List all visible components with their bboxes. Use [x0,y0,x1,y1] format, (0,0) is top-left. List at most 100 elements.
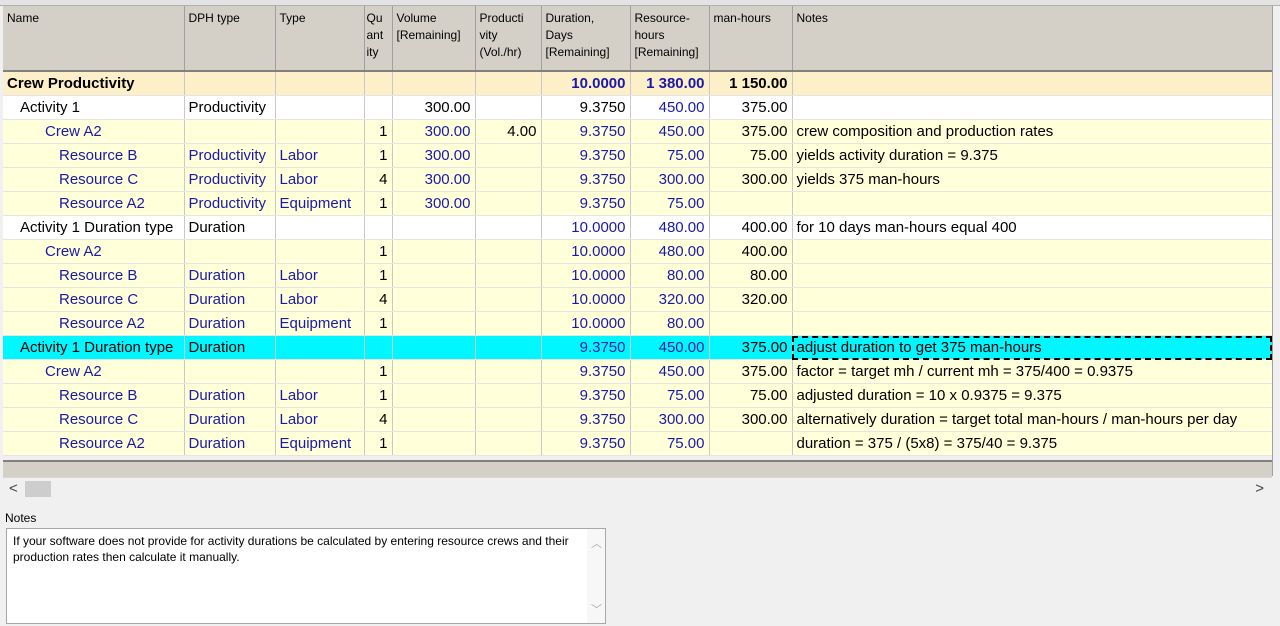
table-row-crew[interactable]: Crew A2 1 9.3750 450.00 375.00 factor = … [3,359,1273,384]
col-header-dph-type[interactable]: DPH type [184,6,276,72]
cell-quantity[interactable] [364,215,393,240]
cell-duration[interactable]: 9.3750 [541,119,631,144]
cell-duration[interactable]: 10.0000 [541,239,631,264]
cell-duration[interactable]: 10.0000 [541,311,631,336]
cell-quantity[interactable]: 4 [364,287,393,312]
cell-volume[interactable] [392,311,476,336]
table-row-resource[interactable]: Resource C Productivity Labor 4 300.00 9… [3,167,1273,192]
cell-name[interactable]: Resource A2 [3,311,185,336]
cell-type[interactable] [275,359,365,384]
cell-notes[interactable] [792,191,1273,216]
cell-name[interactable]: Activity 1 Duration type [3,335,185,360]
table-row-resource[interactable]: Resource A2 Productivity Equipment 1 300… [3,191,1273,216]
cell-name[interactable]: Crew A2 [3,119,185,144]
cell-volume[interactable] [392,431,476,456]
cell-duration[interactable]: 9.3750 [541,95,631,120]
cell-productivity[interactable]: 4.00 [475,119,542,144]
cell-quantity[interactable]: 1 [364,143,393,168]
cell-dph-type[interactable]: Duration [184,287,276,312]
table-row-resource[interactable]: Resource C Duration Labor 4 9.3750 300.0… [3,407,1273,432]
cell-man-hours[interactable]: 400.00 [709,215,793,240]
cell-dph-type[interactable]: Duration [184,311,276,336]
cell-productivity[interactable] [475,311,542,336]
cell-notes[interactable] [792,239,1273,264]
cell-volume[interactable] [392,287,476,312]
cell-resource-hours[interactable]: 75.00 [630,191,710,216]
cell-quantity[interactable]: 1 [364,119,393,144]
cell-dph-type[interactable]: Duration [184,335,276,360]
vertical-scrollbar[interactable] [1272,6,1280,476]
cell-productivity[interactable] [475,263,542,288]
cell-quantity[interactable]: 1 [364,239,393,264]
cell-man-hours[interactable]: 75.00 [709,143,793,168]
notes-textarea[interactable]: If your software does not provide for ac… [6,528,606,624]
cell-productivity[interactable] [475,95,542,120]
cell-dph-type[interactable]: Productivity [184,143,276,168]
cell-man-hours[interactable]: 375.00 [709,335,793,360]
cell-dph-type[interactable]: Duration [184,263,276,288]
cell-notes[interactable]: adjusted duration = 10 x 0.9375 = 9.375 [792,383,1273,408]
scroll-right-icon[interactable]: > [1255,480,1264,497]
cell-duration[interactable]: 10.0000 [541,215,631,240]
cell-volume[interactable] [392,215,476,240]
cell-duration[interactable]: 9.3750 [541,407,631,432]
notes-scrollbar[interactable]: ︿ ﹀ [587,529,605,623]
cell-name[interactable]: Crew A2 [3,359,185,384]
horizontal-scrollbar[interactable]: < > [3,477,1272,500]
cell-dph-type[interactable] [184,119,276,144]
cell-productivity[interactable] [475,383,542,408]
cell-name[interactable]: Activity 1 Duration type [3,215,185,240]
table-row-activity-selected[interactable]: Activity 1 Duration type Duration 9.3750… [3,335,1273,360]
cell-productivity[interactable] [475,359,542,384]
cell-productivity[interactable] [475,287,542,312]
cell-man-hours[interactable] [709,431,793,456]
cell-man-hours[interactable]: 375.00 [709,119,793,144]
cell-name[interactable]: Resource C [3,167,185,192]
cell-duration[interactable]: 9.3750 [541,143,631,168]
cell-quantity[interactable] [364,71,393,96]
cell-notes[interactable] [792,287,1273,312]
cell-type[interactable]: Equipment [275,431,365,456]
table-row-resource[interactable]: Resource B Productivity Labor 1 300.00 9… [3,143,1273,168]
cell-productivity[interactable] [475,407,542,432]
cell-duration[interactable]: 9.3750 [541,191,631,216]
cell-resource-hours[interactable]: 75.00 [630,383,710,408]
cell-resource-hours[interactable]: 480.00 [630,239,710,264]
cell-volume[interactable] [392,239,476,264]
scroll-down-icon[interactable]: ﹀ [591,601,602,617]
col-header-name[interactable]: Name [3,6,185,72]
cell-name[interactable]: Resource A2 [3,431,185,456]
cell-dph-type[interactable] [184,359,276,384]
table-row-activity[interactable]: Activity 1 Duration type Duration 10.000… [3,215,1273,240]
cell-volume[interactable]: 300.00 [392,95,476,120]
cell-dph-type[interactable]: Duration [184,431,276,456]
cell-resource-hours[interactable]: 75.00 [630,431,710,456]
col-header-resource-hours[interactable]: Resource- hours [Remaining] [630,6,710,72]
cell-quantity[interactable]: 1 [364,311,393,336]
cell-volume[interactable] [392,407,476,432]
cell-duration[interactable]: 10.0000 [541,287,631,312]
cell-notes[interactable] [792,71,1273,96]
cell-man-hours[interactable] [709,191,793,216]
col-header-quantity[interactable]: Qu ant ity [364,6,393,72]
table-row-crew[interactable]: Crew A2 1 10.0000 480.00 400.00 [3,239,1273,264]
cell-notes[interactable]: factor = target mh / current mh = 375/40… [792,359,1273,384]
cell-man-hours[interactable]: 375.00 [709,95,793,120]
table-row-resource[interactable]: Resource C Duration Labor 4 10.0000 320.… [3,287,1273,312]
cell-duration[interactable]: 9.3750 [541,335,631,360]
cell-notes[interactable]: alternatively duration = target total ma… [792,407,1273,432]
cell-resource-hours[interactable]: 450.00 [630,335,710,360]
col-header-productivity[interactable]: Producti vity (Vol./hr) [475,6,542,72]
cell-name[interactable]: Resource C [3,287,185,312]
cell-notes[interactable]: crew composition and production rates [792,119,1273,144]
cell-quantity[interactable] [364,335,393,360]
table-row-resource[interactable]: Resource B Duration Labor 1 10.0000 80.0… [3,263,1273,288]
cell-man-hours[interactable] [709,311,793,336]
cell-type[interactable]: Equipment [275,191,365,216]
cell-resource-hours[interactable]: 450.00 [630,119,710,144]
cell-name[interactable]: Crew A2 [3,239,185,264]
cell-type[interactable] [275,215,365,240]
cell-quantity[interactable] [364,95,393,120]
cell-volume[interactable] [392,71,476,96]
cell-duration[interactable]: 9.3750 [541,167,631,192]
